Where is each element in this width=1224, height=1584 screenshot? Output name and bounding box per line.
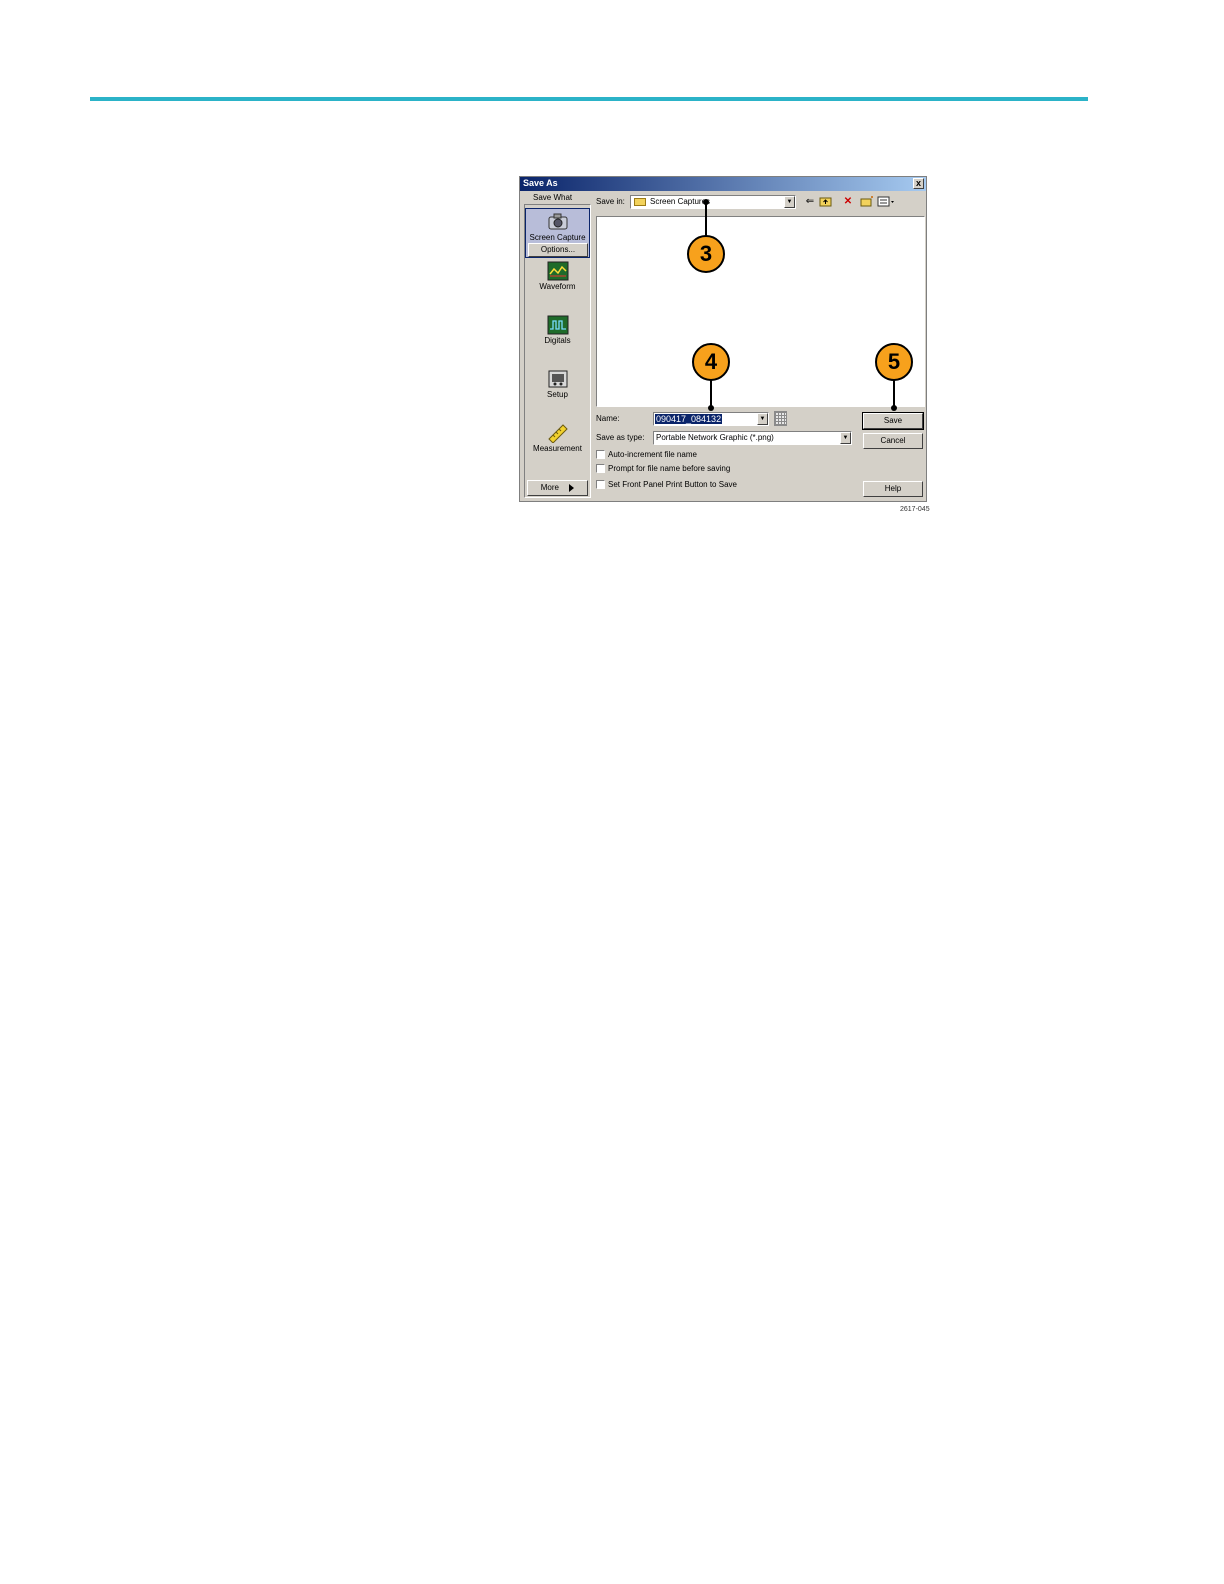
camera-icon bbox=[547, 212, 569, 232]
folder-icon bbox=[634, 198, 646, 206]
file-list[interactable] bbox=[596, 216, 925, 407]
save-in-value: Screen Captures bbox=[650, 197, 711, 206]
category-measurement[interactable]: Measurement bbox=[525, 423, 590, 453]
name-label: Name: bbox=[596, 414, 620, 423]
close-icon: x bbox=[915, 178, 921, 188]
category-label: Screen Capture bbox=[529, 233, 586, 242]
digitals-icon bbox=[547, 315, 569, 335]
save-as-type-combo[interactable]: Portable Network Graphic (*.png) ▼ bbox=[653, 431, 852, 445]
keypad-icon[interactable] bbox=[774, 411, 787, 426]
setup-icon bbox=[547, 369, 569, 389]
more-label: More bbox=[540, 483, 559, 492]
close-button[interactable]: x bbox=[913, 178, 924, 189]
header-rule bbox=[90, 97, 1088, 101]
chevron-down-icon[interactable]: ▼ bbox=[840, 432, 851, 444]
category-waveform[interactable]: Waveform bbox=[525, 261, 590, 291]
save-what-label: Save What bbox=[533, 193, 573, 202]
title-bar[interactable]: Save As x bbox=[520, 177, 926, 191]
checkbox-label: Set Front Panel Print Button to Save bbox=[608, 480, 737, 490]
ruler-icon bbox=[547, 423, 569, 444]
save-as-type-label: Save as type: bbox=[596, 433, 645, 442]
callout-4-anchor bbox=[708, 405, 714, 411]
save-as-dialog: Save As x Save What Screen Capture Optio… bbox=[519, 176, 927, 502]
callout-5-leader bbox=[893, 380, 895, 407]
category-label: Digitals bbox=[544, 336, 571, 345]
save-button[interactable]: Save bbox=[862, 412, 924, 430]
checkbox[interactable] bbox=[596, 450, 605, 460]
category-label: Waveform bbox=[539, 282, 576, 291]
view-menu-icon[interactable] bbox=[877, 196, 895, 209]
category-setup[interactable]: Setup bbox=[525, 369, 590, 399]
up-folder-icon[interactable] bbox=[818, 196, 832, 209]
callout-4-leader bbox=[710, 380, 712, 407]
figure-code: 2617-045 bbox=[900, 506, 930, 513]
options-button[interactable]: Options... bbox=[528, 243, 588, 257]
category-label: Measurement bbox=[533, 444, 582, 453]
callout-5: 5 bbox=[875, 343, 913, 381]
dialog-title: Save As bbox=[523, 178, 558, 188]
more-button[interactable]: More bbox=[527, 480, 588, 496]
waveform-icon bbox=[547, 261, 569, 281]
save-as-type-value: Portable Network Graphic (*.png) bbox=[656, 433, 774, 442]
callout-3-leader bbox=[705, 202, 707, 236]
name-value: 090417_084132 bbox=[655, 414, 723, 424]
cancel-button[interactable]: Cancel bbox=[863, 433, 923, 449]
chevron-down-icon[interactable]: ▼ bbox=[757, 413, 768, 425]
help-button[interactable]: Help bbox=[863, 481, 923, 497]
checkbox-label: Prompt for file name before saving bbox=[608, 464, 731, 474]
save-what-panel: Save What Screen Capture Options... Wave… bbox=[524, 193, 591, 498]
checkbox[interactable] bbox=[596, 480, 605, 490]
save-in-label: Save in: bbox=[596, 197, 625, 206]
callout-4: 4 bbox=[692, 343, 730, 381]
triangle-right-icon bbox=[569, 483, 575, 492]
delete-icon[interactable]: ✕ bbox=[842, 196, 854, 209]
category-label: Setup bbox=[547, 390, 568, 399]
category-digitals[interactable]: Digitals bbox=[525, 315, 590, 345]
back-icon[interactable]: ⇐ bbox=[804, 196, 816, 209]
chevron-down-icon[interactable]: ▼ bbox=[784, 196, 795, 208]
callout-3: 3 bbox=[687, 235, 725, 273]
save-in-combo[interactable]: Screen Captures ▼ bbox=[630, 195, 796, 209]
checkbox-front-panel-print[interactable]: Set Front Panel Print Button to Save bbox=[596, 476, 737, 494]
checkbox[interactable] bbox=[596, 464, 605, 474]
name-field[interactable]: 090417_084132 ▼ bbox=[653, 412, 769, 426]
callout-5-anchor bbox=[891, 405, 897, 411]
checkbox-label: Auto-increment file name bbox=[608, 450, 697, 460]
new-folder-icon[interactable] bbox=[860, 196, 874, 209]
category-screen-capture[interactable]: Screen Capture Options... bbox=[525, 208, 590, 258]
